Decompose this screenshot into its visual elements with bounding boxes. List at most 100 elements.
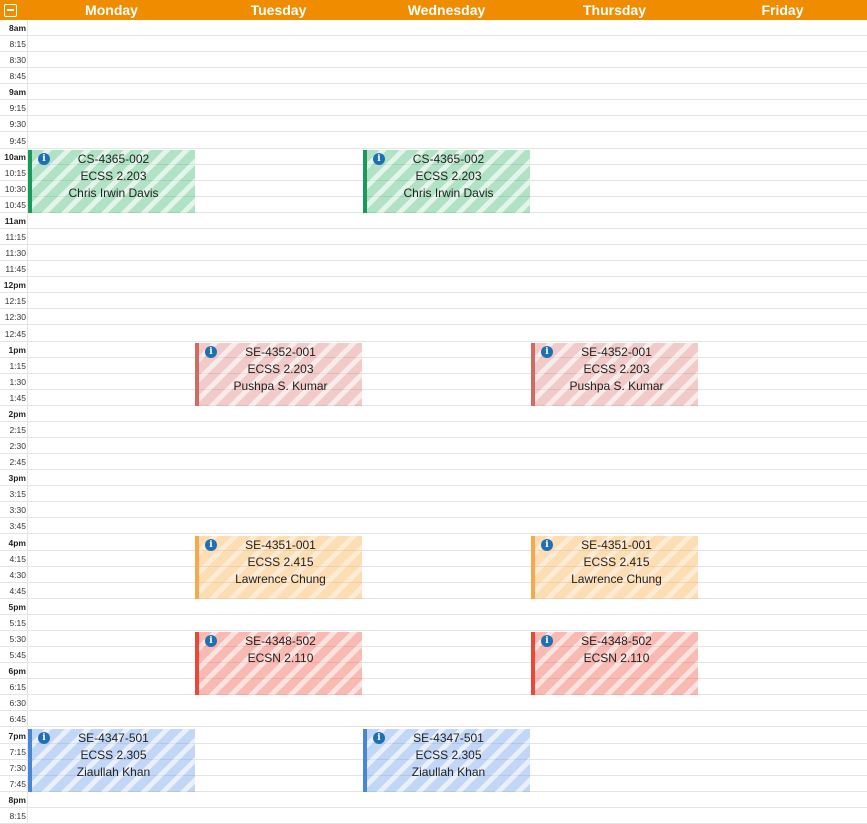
time-slot-row[interactable]: 3:30	[0, 502, 867, 519]
time-slot-row[interactable]: 2:15	[0, 422, 867, 438]
time-label: 6:45	[9, 714, 26, 725]
time-slot-row[interactable]: 8:15	[0, 808, 867, 824]
info-icon[interactable]: i	[38, 152, 50, 165]
info-icon[interactable]: i	[205, 538, 217, 551]
time-slot-row[interactable]: 6:30	[0, 695, 867, 712]
time-label: 4pm	[8, 537, 26, 548]
info-icon[interactable]: i	[205, 635, 217, 648]
time-slot-row[interactable]: 6:15	[0, 679, 867, 696]
time-slot-row[interactable]: 12pm	[0, 277, 867, 294]
time-label: 2:45	[9, 457, 26, 468]
course-code: SE-4352-001	[245, 344, 316, 359]
time-label: 10:15	[4, 167, 26, 178]
time-label: 6:30	[9, 698, 26, 709]
time-label: 9am	[8, 87, 26, 98]
time-slot-row[interactable]: 2:45	[0, 454, 867, 471]
time-slot-row[interactable]: 5:45	[0, 647, 867, 664]
time-label: 12:30	[4, 312, 26, 323]
time-slot-row[interactable]: 11am	[0, 213, 867, 229]
time-slot-row[interactable]: 8am	[0, 20, 867, 36]
time-label: 8:45	[9, 71, 26, 82]
time-slot-row[interactable]: 1:30	[0, 374, 867, 390]
time-label: 7:15	[9, 746, 26, 757]
time-label: 8am	[8, 23, 26, 33]
time-label: 3pm	[8, 473, 26, 484]
time-label: 9:15	[9, 103, 26, 114]
schedule-grid: 8am 8:15 8:30 8:45 9am 9:15 9:30 9:45 10am 10:15 1…	[0, 20, 867, 824]
course-event-block[interactable]: i SE-4352-001 ECSS 2.203 Pushpa S. Kumar	[195, 342, 362, 406]
time-slot-row[interactable]: 4:30	[0, 567, 867, 583]
time-slot-row[interactable]: 12:30	[0, 309, 867, 326]
time-label: 4:15	[9, 553, 26, 564]
time-slot-row[interactable]: 1pm	[0, 342, 867, 358]
time-slot-row[interactable]: 8:30	[0, 52, 867, 69]
info-icon[interactable]: i	[205, 345, 217, 358]
time-slot-row[interactable]: 9am	[0, 84, 867, 101]
course-code: SE-4347-501	[413, 730, 484, 745]
course-event-block[interactable]: i SE-4347-501 ECSS 2.305 Ziaullah Khan	[28, 728, 195, 792]
time-slot-row[interactable]: 5pm	[0, 599, 867, 615]
time-slot-row[interactable]: 9:45	[0, 133, 867, 149]
time-slot-row[interactable]: 2:30	[0, 438, 867, 455]
day-header-monday: Monday	[85, 2, 138, 18]
time-label: 12:15	[4, 296, 26, 307]
room-label: ECSS 2.203	[80, 168, 147, 183]
time-slot-row[interactable]: 9:30	[0, 116, 867, 133]
minus-square-icon[interactable]	[4, 4, 17, 17]
time-label: 12:45	[4, 328, 26, 339]
course-event-block[interactable]: i SE-4352-001 ECSS 2.203 Pushpa S. Kumar	[531, 342, 698, 406]
time-slot-row[interactable]: 8:15	[0, 36, 867, 53]
course-event-block[interactable]: i CS-4365-002 ECSS 2.203 Chris Irwin Davis	[28, 149, 195, 213]
time-slot-row[interactable]: 9:15	[0, 100, 867, 117]
time-label: 1:45	[9, 392, 26, 403]
course-code: SE-4348-502	[581, 634, 652, 649]
info-icon[interactable]: i	[541, 345, 553, 358]
time-slot-row[interactable]: 6:45	[0, 711, 867, 728]
time-slot-row[interactable]: 5:30	[0, 631, 867, 648]
time-slot-row[interactable]: 5:15	[0, 615, 867, 631]
time-slot-row[interactable]: 3:45	[0, 518, 867, 535]
course-event-block[interactable]: i SE-4348-502 ECSN 2.110	[195, 632, 362, 696]
time-slot-row[interactable]: 11:15	[0, 229, 867, 246]
time-slot-row[interactable]: 4pm	[0, 535, 867, 551]
time-slot-row[interactable]: 1:15	[0, 358, 867, 374]
time-slot-row[interactable]: 11:45	[0, 261, 867, 278]
time-slot-row[interactable]: 8:45	[0, 68, 867, 85]
time-slot-row[interactable]: 8pm	[0, 792, 867, 808]
time-slot-row[interactable]: 3:15	[0, 486, 867, 503]
time-slot-row[interactable]: 11:30	[0, 245, 867, 262]
info-icon[interactable]: i	[541, 538, 553, 551]
time-slot-row[interactable]: 1:45	[0, 390, 867, 406]
course-code: SE-4347-501	[78, 730, 149, 745]
course-event-block[interactable]: i SE-4347-501 ECSS 2.305 Ziaullah Khan	[363, 728, 530, 792]
info-icon[interactable]: i	[541, 635, 553, 648]
course-event-block[interactable]: i CS-4365-002 ECSS 2.203 Chris Irwin Davis	[363, 149, 530, 213]
time-slot-row[interactable]: 12:15	[0, 293, 867, 310]
time-slot-row[interactable]: 6pm	[0, 663, 867, 680]
info-icon[interactable]: i	[38, 731, 50, 744]
course-event-block[interactable]: i SE-4351-001 ECSS 2.415 Lawrence Chung	[531, 535, 698, 599]
time-slot-row[interactable]: 3pm	[0, 470, 867, 487]
course-event-block[interactable]: i SE-4348-502 ECSN 2.110	[531, 632, 698, 696]
time-label: 2pm	[8, 408, 26, 419]
time-slot-row[interactable]: 12:45	[0, 326, 867, 342]
course-code: SE-4348-502	[245, 634, 316, 649]
time-slot-row[interactable]: 4:15	[0, 551, 867, 567]
time-label: 5:30	[9, 634, 26, 645]
info-icon[interactable]: i	[373, 731, 385, 744]
room-label: ECSS 2.203	[415, 168, 482, 183]
time-slot-row[interactable]: 2pm	[0, 406, 867, 422]
time-slot-row[interactable]: 4:45	[0, 583, 867, 599]
time-label: 8:30	[9, 55, 26, 66]
time-label: 9:30	[9, 119, 26, 130]
time-label: 8pm	[8, 794, 26, 805]
time-label: 5pm	[8, 601, 26, 612]
course-event-block[interactable]: i SE-4351-001 ECSS 2.415 Lawrence Chung	[195, 535, 362, 599]
course-code: CS-4365-002	[77, 151, 150, 166]
instructor-name: Ziaullah Khan	[76, 764, 151, 779]
day-header-wednesday: Wednesday	[407, 2, 486, 18]
room-label: ECSN 2.110	[583, 651, 650, 666]
time-label: 8:15	[9, 810, 26, 821]
instructor-name: Chris Irwin Davis	[403, 185, 494, 200]
info-icon[interactable]: i	[373, 152, 385, 165]
